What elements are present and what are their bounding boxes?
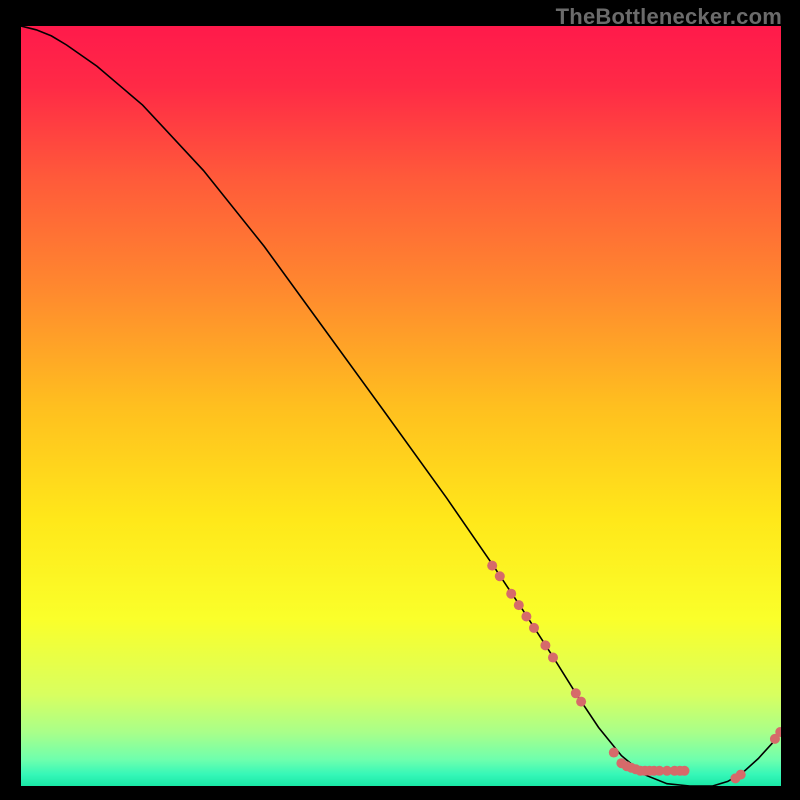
watermark-text: TheBottlenecker.com bbox=[556, 4, 782, 30]
scatter-point bbox=[521, 612, 531, 622]
gradient-background bbox=[21, 26, 781, 786]
scatter-point bbox=[495, 571, 505, 581]
app-frame: TheBottlenecker.com bbox=[0, 0, 800, 800]
scatter-point bbox=[514, 600, 524, 610]
plot-inner bbox=[21, 26, 781, 786]
scatter-point bbox=[529, 623, 539, 633]
scatter-point bbox=[571, 688, 581, 698]
scatter-point bbox=[540, 640, 550, 650]
scatter-point bbox=[736, 770, 746, 780]
plot-area bbox=[21, 26, 781, 786]
chart-svg bbox=[21, 26, 781, 786]
scatter-point bbox=[576, 697, 586, 707]
scatter-point bbox=[679, 766, 689, 776]
scatter-point bbox=[506, 589, 516, 599]
scatter-point bbox=[609, 748, 619, 758]
scatter-point bbox=[548, 653, 558, 663]
scatter-point bbox=[487, 561, 497, 571]
